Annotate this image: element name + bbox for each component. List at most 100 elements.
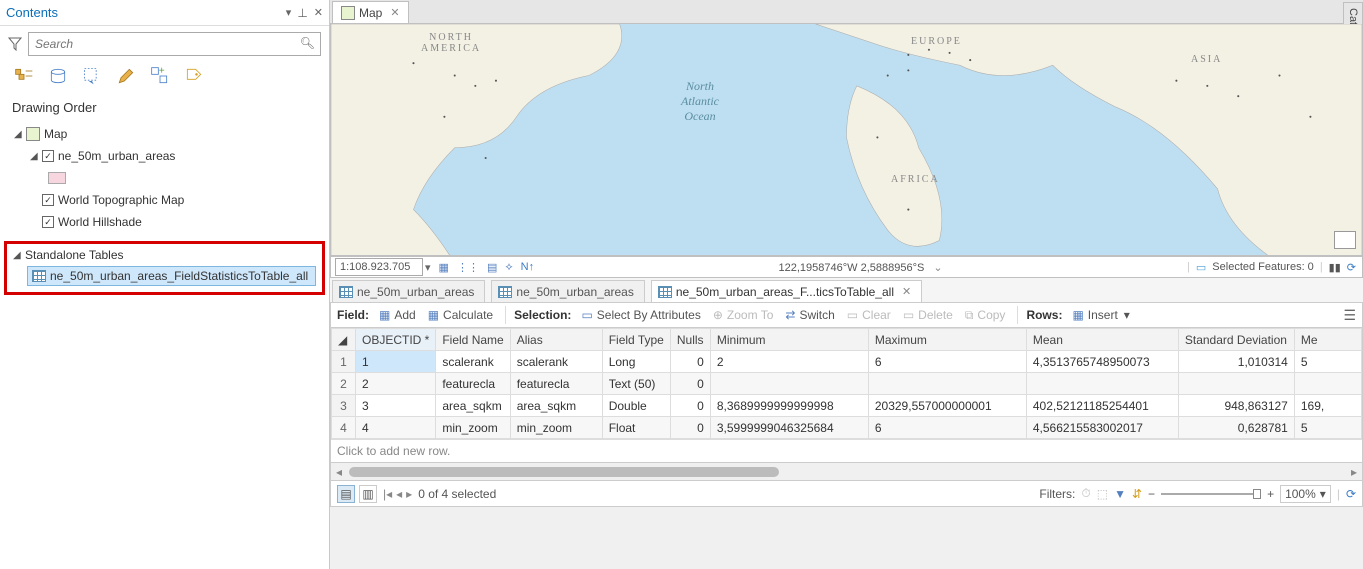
snapping-icon[interactable] <box>150 66 170 86</box>
label-asia: ASIA <box>1191 54 1222 65</box>
col-header[interactable]: Mean <box>1026 329 1178 351</box>
labeling-icon[interactable] <box>184 66 204 86</box>
menu-icon[interactable]: ☰ <box>1343 307 1356 324</box>
col-header[interactable]: OBJECTID * <box>356 329 436 351</box>
map-status-bar: 1:108.923.705 ▾ ▦ ⋮⋮ ▤ ⟡ N↑ 122,1958746°… <box>330 256 1363 278</box>
scroll-right-icon[interactable]: ▸ <box>1346 465 1362 479</box>
layer-swatch <box>48 172 66 184</box>
refresh-icon[interactable]: ⟳ <box>1347 261 1356 274</box>
selection-status: 0 of 4 selected <box>418 487 496 501</box>
col-header[interactable]: Alias <box>510 329 602 351</box>
table-row[interactable]: 4 4 min_zoommin_zoomFloat 03,59999990463… <box>332 417 1362 439</box>
table-footer: ▤ ▥ |◂ ◂ ▸ 0 of 4 selected Filters: ⏱ ⬚ … <box>330 481 1363 507</box>
corner-cell[interactable]: ◢ <box>332 329 356 351</box>
standalone-table-item[interactable]: ne_50m_urban_areas_FieldStatisticsToTabl… <box>27 266 316 286</box>
zoom-slider[interactable] <box>1161 493 1261 495</box>
col-header[interactable]: Field Type <box>602 329 670 351</box>
scale-input[interactable]: 1:108.923.705 <box>335 258 423 276</box>
show-selected-records-icon[interactable]: ▥ <box>359 485 377 503</box>
refresh-icon[interactable]: ⟳ <box>1346 487 1356 501</box>
tree-layer-row[interactable]: ◢ ne_50m_urban_areas <box>8 145 321 167</box>
map-icon <box>26 127 40 141</box>
next-record-icon[interactable]: ▸ <box>406 487 412 501</box>
north-arrow-icon[interactable]: N↑ <box>521 261 534 274</box>
prev-record-icon[interactable]: ◂ <box>396 487 402 501</box>
table-tab[interactable]: ne_50m_urban_areas <box>491 280 644 302</box>
table-row[interactable]: 1 1 scalerankscalerankLong 026 4,3513765… <box>332 351 1362 373</box>
collapse-icon[interactable]: ◢ <box>30 151 38 162</box>
table-row[interactable]: 3 3 area_sqkmarea_sqkmDouble 08,36899999… <box>332 395 1362 417</box>
add-row-hint[interactable]: Click to add new row. <box>331 439 1362 462</box>
list-by-source-icon[interactable] <box>48 66 68 86</box>
filter-time-icon: ⏱ <box>1081 486 1090 501</box>
snap-tool-icon[interactable]: ⋮⋮ <box>457 261 479 274</box>
scroll-left-icon[interactable]: ◂ <box>331 465 347 479</box>
first-record-icon[interactable]: |◂ <box>383 487 392 501</box>
standalone-item-label: ne_50m_urban_areas_FieldStatisticsToTabl… <box>50 269 308 283</box>
scroll-thumb[interactable] <box>349 467 779 477</box>
col-header[interactable]: Me <box>1294 329 1361 351</box>
collapse-icon[interactable]: ◢ <box>13 250 21 261</box>
coords-dropdown-icon[interactable]: ⌄ <box>933 262 942 274</box>
dropdown-icon[interactable]: ▾ <box>286 6 292 19</box>
filter-sort-icon[interactable]: ⇵ <box>1132 487 1142 501</box>
layer-checkbox[interactable] <box>42 216 54 228</box>
search-row: 🔍︎ <box>0 26 329 62</box>
edit-icon[interactable] <box>116 66 136 86</box>
zoom-percent[interactable]: 100%▾ <box>1280 485 1331 503</box>
filter-icon[interactable] <box>8 37 22 51</box>
insert-button[interactable]: ▦Insert▾ <box>1068 308 1133 322</box>
grid-tool-icon[interactable]: ▦ <box>439 261 449 274</box>
col-header[interactable]: Field Name <box>436 329 510 351</box>
zoom-out-icon[interactable]: − <box>1148 487 1155 501</box>
grid2-tool-icon[interactable]: ▤ <box>487 261 497 274</box>
filter-active-icon[interactable]: ▼ <box>1114 487 1126 501</box>
add-field-button[interactable]: ▦Add <box>375 308 420 322</box>
close-icon[interactable]: ✕ <box>314 6 323 19</box>
close-icon[interactable]: ✕ <box>390 6 399 19</box>
table-tab-active[interactable]: ne_50m_urban_areas_F...ticsToTable_all ✕ <box>651 280 922 302</box>
pin-icon[interactable]: ⊥ <box>297 6 307 20</box>
map-view[interactable]: NORTHAMERICA EUROPE ASIA AFRICA NorthAtl… <box>330 24 1363 256</box>
horizontal-scrollbar[interactable]: ◂ ▸ <box>330 463 1363 481</box>
list-by-drawing-order-icon[interactable] <box>14 66 34 86</box>
list-by-selection-icon[interactable] <box>82 66 102 86</box>
selected-features-label: Selected Features: 0 <box>1212 261 1314 273</box>
standalone-tables-header[interactable]: ◢ Standalone Tables <box>9 248 320 262</box>
contents-tree: ◢ Map ◢ ne_50m_urban_areas ◢ World Topog… <box>0 119 329 241</box>
constraint-tool-icon[interactable]: ⟡ <box>505 261 512 274</box>
table-icon <box>658 286 672 298</box>
switch-button[interactable]: ⇄Switch <box>781 308 838 322</box>
drawing-order-label: Drawing Order <box>0 96 329 119</box>
tree-layer-row[interactable]: ◢ World Hillshade <box>8 211 321 233</box>
table-icon <box>498 286 512 298</box>
close-icon[interactable]: ✕ <box>902 285 911 298</box>
layer-checkbox[interactable] <box>42 150 54 162</box>
table-tab[interactable]: ne_50m_urban_areas <box>332 280 485 302</box>
col-header[interactable]: Minimum <box>710 329 868 351</box>
select-by-attributes-button[interactable]: ▭Select By Attributes <box>577 308 704 322</box>
collapse-icon[interactable]: ◢ <box>14 129 22 140</box>
tree-layer-row[interactable]: ◢ World Topographic Map <box>8 189 321 211</box>
zoom-in-icon[interactable]: + <box>1267 487 1274 501</box>
map-tab-label: Map <box>359 6 382 20</box>
delete-button: ▭Delete <box>899 308 957 322</box>
contents-header: Contents ▾ ⊥ ✕ <box>0 0 329 26</box>
col-header[interactable]: Maximum <box>868 329 1026 351</box>
layer-swatch-row[interactable] <box>8 167 321 189</box>
calculate-button[interactable]: ▦Calculate <box>424 308 497 322</box>
navigator-icon[interactable] <box>1334 231 1356 249</box>
table-row[interactable]: 2 2 featureclafeatureclaText (50) 0 <box>332 373 1362 395</box>
scale-dropdown-icon[interactable]: ▾ <box>425 261 431 274</box>
pause-icon[interactable]: ▮▮ <box>1329 261 1341 274</box>
search-icon[interactable]: 🔍︎ <box>300 36 315 50</box>
zoom-to-button: ⊕Zoom To <box>709 308 778 322</box>
tree-map-row[interactable]: ◢ Map <box>8 123 321 145</box>
contents-title: Contents <box>6 5 286 20</box>
col-header[interactable]: Nulls <box>670 329 710 351</box>
search-input[interactable] <box>28 32 321 56</box>
layer-checkbox[interactable] <box>42 194 54 206</box>
col-header[interactable]: Standard Deviation <box>1178 329 1294 351</box>
show-all-records-icon[interactable]: ▤ <box>337 485 355 503</box>
map-tab[interactable]: Map ✕ <box>332 1 409 23</box>
